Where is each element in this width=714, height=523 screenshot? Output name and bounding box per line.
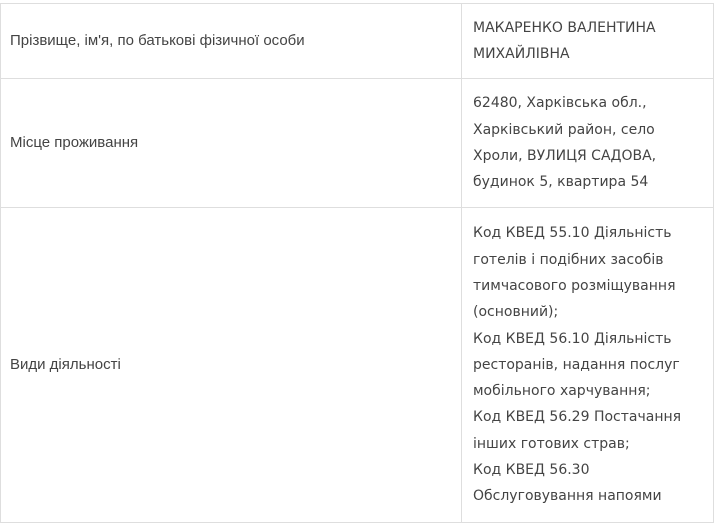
value-line: Код КВЕД 55.10 Діяльність: [473, 225, 672, 242]
value-line: мобільного харчування;: [473, 383, 651, 400]
row-label: Місце проживання: [0, 78, 462, 208]
value-line: Код КВЕД 56.30: [473, 462, 590, 479]
value-line: МАКАРЕНКО ВАЛЕНТИНА: [473, 19, 656, 36]
table-row-name: Прізвище, ім'я, по батькові фізичної осо…: [0, 3, 714, 79]
record-table: Прізвище, ім'я, по батькові фізичної осо…: [0, 3, 714, 523]
table-row-address: Місце проживання 62480, Харківська обл.,…: [0, 78, 714, 208]
value-line: інших готових страв;: [473, 435, 630, 452]
value-line: будинок 5, квартира 54: [473, 174, 649, 191]
value-line: Харківський район, село: [473, 121, 655, 138]
row-value: Код КВЕД 55.10 Діяльність готелів і поді…: [461, 207, 714, 523]
value-line: Обслуговування напоями: [473, 488, 662, 505]
value-line: МИХАЙЛІВНА: [473, 46, 570, 62]
row-value: МАКАРЕНКО ВАЛЕНТИНА МИХАЙЛІВНА: [461, 3, 714, 79]
value-line: Код КВЕД 56.29 Постачання: [473, 409, 682, 426]
table-row-activities: Види діяльності Код КВЕД 55.10 Діяльніст…: [0, 207, 714, 523]
value-line: тимчасового розміщування: [473, 277, 676, 294]
value-line: ресторанів, надання послуг: [473, 356, 680, 373]
row-value: 62480, Харківська обл., Харківський райо…: [461, 78, 714, 208]
value-line: готелів і подібних засобів: [473, 251, 664, 268]
value-line: Код КВЕД 56.10 Діяльність: [473, 330, 672, 347]
value-line: 62480, Харківська обл.,: [473, 95, 647, 112]
value-line: Хроли, ВУЛИЦЯ САДОВА,: [473, 148, 657, 164]
row-label: Прізвище, ім'я, по батькові фізичної осо…: [0, 3, 462, 79]
value-line: (основний);: [473, 304, 559, 321]
row-label: Види діяльності: [0, 207, 462, 523]
